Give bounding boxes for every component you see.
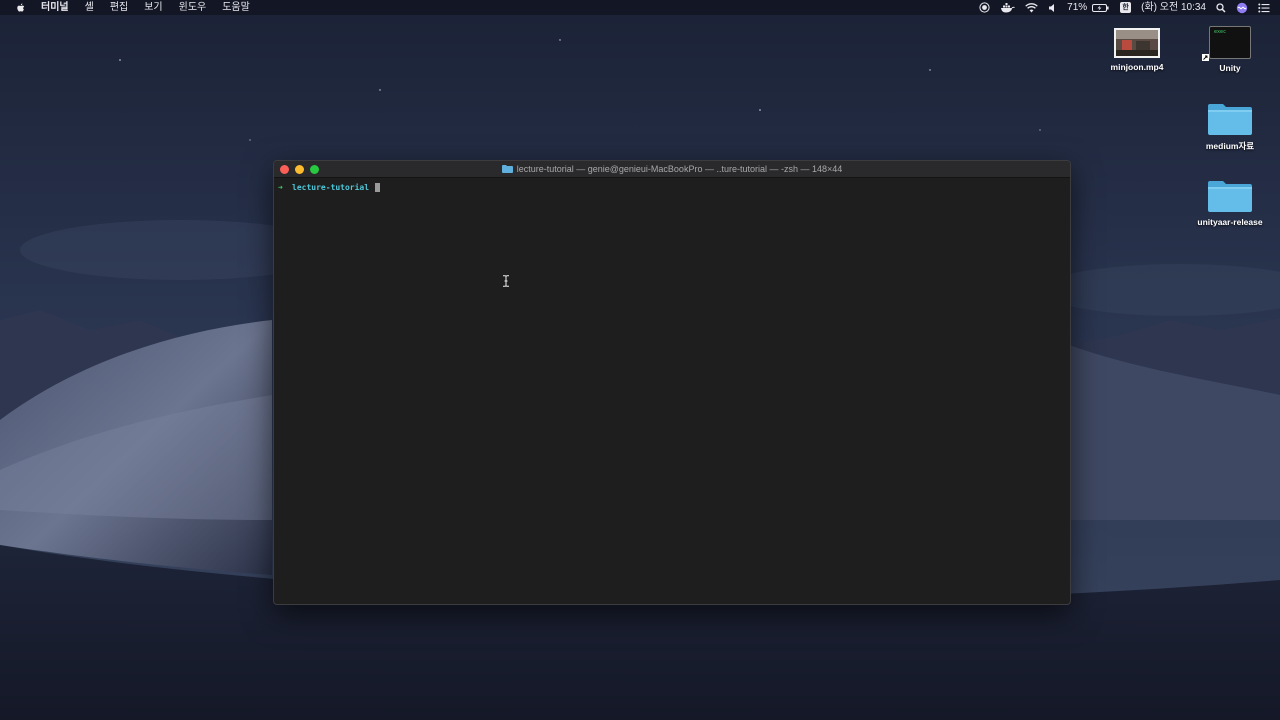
docker-icon[interactable] <box>1000 0 1015 15</box>
menu-window[interactable]: 윈도우 <box>171 0 215 15</box>
volume-icon[interactable] <box>1048 0 1057 15</box>
apple-logo-icon[interactable] <box>15 2 27 14</box>
folder-icon <box>501 165 513 173</box>
prompt-directory: lecture-tutorial <box>292 182 370 192</box>
battery-icon[interactable] <box>1092 0 1110 15</box>
menu-help[interactable]: 도움말 <box>214 0 258 15</box>
terminal-title-bar[interactable]: lecture-tutorial — genie@genieui-MacBook… <box>274 161 1070 178</box>
exec-thumbnail: exec <box>1209 26 1251 59</box>
video-thumbnail-icon <box>1114 28 1160 58</box>
prompt-line: ➜ lecture-tutorial <box>278 181 1070 193</box>
menu-clock[interactable]: (화) 오전 10:34 <box>1141 0 1206 15</box>
minimize-window-button[interactable] <box>295 165 304 174</box>
input-source-icon[interactable]: 한 <box>1120 0 1132 15</box>
text-cursor <box>375 182 381 192</box>
terminal-content[interactable]: ➜ lecture-tutorial <box>274 178 1070 287</box>
menu-terminal[interactable]: 터미널 <box>38 0 77 15</box>
battery-percentage: 71% <box>1067 2 1088 13</box>
menu-shell[interactable]: 셸 <box>77 0 102 15</box>
desktop-icon-unityaar-release-folder[interactable]: unityaar-release <box>1185 179 1275 227</box>
input-source-label: 한 <box>1120 2 1132 13</box>
alias-arrow-icon <box>1202 54 1209 61</box>
exec-file-icon: exec <box>1202 26 1251 61</box>
terminal-window-title: lecture-tutorial — genie@genieui-MacBook… <box>516 164 843 174</box>
menu-view[interactable]: 보기 <box>136 0 170 15</box>
zoom-window-button[interactable] <box>310 165 319 174</box>
menu-bar: 터미널 셸 편집 보기 윈도우 도움말 71% 한 (화) 오전 10:34 <box>0 0 1280 15</box>
spotlight-icon[interactable] <box>1216 0 1226 15</box>
desktop-icon-label: unityaar-release <box>1197 217 1263 227</box>
menu-edit[interactable]: 편집 <box>102 0 136 15</box>
notification-center-icon[interactable] <box>1258 0 1270 15</box>
exec-thumbnail-text: exec <box>1214 29 1227 35</box>
desktop-icon-label: minjoon.mp4 <box>1110 62 1164 72</box>
desktop-icon-label: Unity <box>1219 63 1241 73</box>
siri-icon[interactable] <box>1236 0 1248 15</box>
desktop-icon-label: medium자료 <box>1205 141 1255 151</box>
close-window-button[interactable] <box>280 165 289 174</box>
desktop-icon-unity[interactable]: exec Unity <box>1185 26 1275 73</box>
folder-icon <box>1208 181 1252 212</box>
desktop-icon-medium-folder[interactable]: medium자료 <box>1185 102 1275 152</box>
screen-record-icon[interactable] <box>979 0 990 15</box>
ibeam-cursor-icon <box>503 275 509 287</box>
desktop-icon-minjoon-mp4[interactable]: minjoon.mp4 <box>1092 28 1182 72</box>
prompt-arrow: ➜ <box>278 182 283 192</box>
folder-icon <box>1208 104 1252 135</box>
terminal-window[interactable]: lecture-tutorial — genie@genieui-MacBook… <box>273 160 1071 605</box>
wifi-icon[interactable] <box>1025 0 1038 15</box>
